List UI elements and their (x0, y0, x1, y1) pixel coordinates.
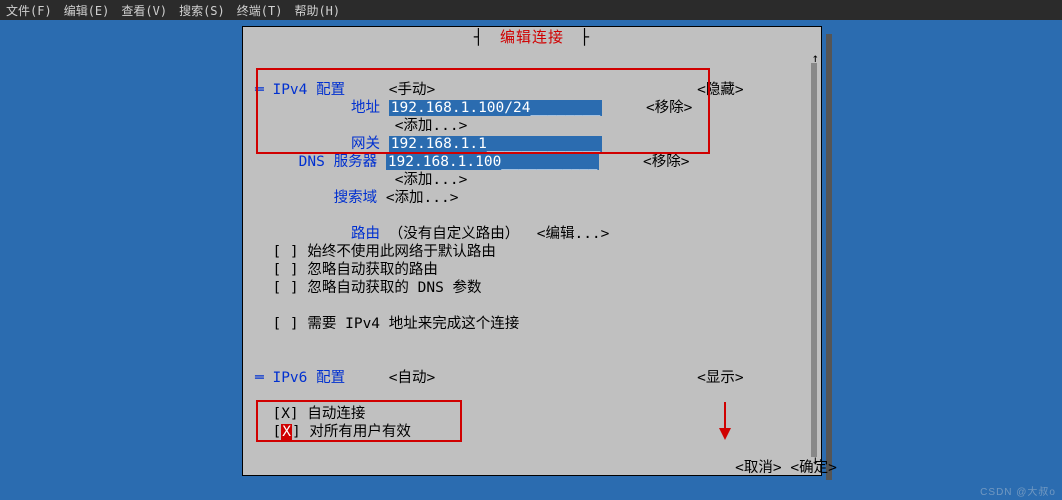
ipv4-addr-label: 地址 (351, 100, 380, 116)
cb-require-ipv4[interactable]: 需要 IPv4 地址来完成这个连接 (307, 316, 519, 332)
ipv4-dns-add[interactable]: <添加...> (395, 172, 468, 188)
menubar: 文件(F) 编辑(E) 查看(V) 搜索(S) 终端(T) 帮助(H) (0, 0, 1062, 20)
cancel-button[interactable]: <取消> (735, 460, 781, 476)
desktop: ┤ 编辑连接 ├ ═ IPv4 配置 <手动> <隐藏> 地址 192.168.… (0, 20, 1062, 500)
cb-no-default-route[interactable]: 始终不使用此网络于默认路由 (307, 244, 496, 260)
window-shadow (826, 34, 832, 480)
edit-connection-dialog: ┤ 编辑连接 ├ ═ IPv4 配置 <手动> <隐藏> 地址 192.168.… (242, 26, 822, 476)
ipv6-show-button[interactable]: <显示> (697, 370, 743, 386)
ipv4-gw-label: 网关 (351, 136, 380, 152)
ipv4-mode[interactable]: <手动> (389, 82, 435, 98)
cb-all-users-check[interactable]: X (281, 424, 292, 440)
ipv4-search-label: 搜索域 (334, 190, 378, 206)
ipv4-section-label: IPv4 配置 (272, 82, 345, 98)
menu-file[interactable]: 文件(F) (6, 2, 52, 19)
dialog-title: 编辑连接 (494, 28, 570, 46)
ipv4-addr-remove[interactable]: <移除> (646, 100, 692, 116)
scroll-down-icon[interactable]: ↓ (812, 453, 819, 467)
cb-all-users[interactable]: 对所有用户有效 (309, 424, 411, 440)
ipv4-addr-input[interactable]: 192.168.1.100/24________ (389, 100, 603, 116)
menu-edit[interactable]: 编辑(E) (64, 2, 110, 19)
menu-terminal[interactable]: 终端(T) (237, 2, 283, 19)
ipv4-hide-button[interactable]: <隐藏> (697, 82, 743, 98)
watermark: CSDN @大叔o (980, 483, 1056, 498)
menu-view[interactable]: 查看(V) (121, 2, 167, 19)
ipv6-section-label: IPv6 配置 (272, 370, 345, 386)
ipv4-search-add[interactable]: <添加...> (386, 190, 459, 206)
ipv4-dns-input[interactable]: 192.168.1.100___________ (386, 154, 600, 170)
section-marker: ═ (255, 370, 272, 386)
ipv6-mode[interactable]: <自动> (389, 370, 435, 386)
ipv4-route-edit[interactable]: <编辑...> (537, 226, 610, 242)
ipv4-route-info: （没有自定义路由） (389, 226, 520, 242)
ipv4-dns-label: DNS 服务器 (299, 154, 377, 170)
ipv4-gw-input[interactable]: 192.168.1.1_____________ (389, 136, 603, 152)
ipv4-dns-remove[interactable]: <移除> (643, 154, 689, 170)
menu-search[interactable]: 搜索(S) (179, 2, 225, 19)
dialog-title-bar: ┤ 编辑连接 ├ (243, 26, 821, 47)
ipv4-addr-add[interactable]: <添加...> (395, 118, 468, 134)
cb-ignore-auto-dns[interactable]: 忽略自动获取的 DNS 参数 (307, 280, 481, 296)
ipv4-route-label: 路由 (351, 226, 380, 242)
section-marker: ═ (255, 82, 272, 98)
dialog-content: ═ IPv4 配置 <手动> <隐藏> 地址 192.168.1.100/24_… (255, 45, 801, 457)
cb-auto-connect[interactable]: 自动连接 (307, 406, 365, 422)
menu-help[interactable]: 帮助(H) (294, 2, 340, 19)
cb-ignore-auto-routes[interactable]: 忽略自动获取的路由 (307, 262, 438, 278)
scrollbar[interactable] (811, 63, 817, 457)
